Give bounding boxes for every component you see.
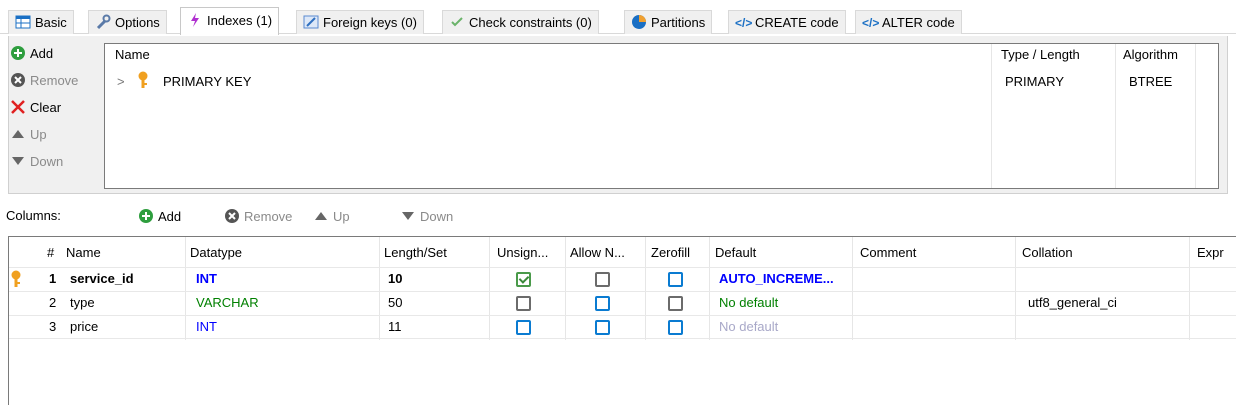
table-row[interactable]: 3 price INT 11 No default [9,315,1236,339]
index-name[interactable]: PRIMARY KEY [163,74,251,89]
unsigned-checkbox[interactable] [516,296,531,311]
primary-key-icon [9,270,23,291]
tab-label: Indexes (1) [207,13,273,28]
add-icon [138,208,154,224]
code-icon: </> [735,16,753,30]
column-name-cell[interactable]: service_id [70,271,134,286]
columns-grid[interactable]: # Name Datatype Length/Set Unsign... All… [8,236,1236,405]
default-cell[interactable]: No default [719,295,778,310]
tab-label: Options [115,15,160,30]
columns-label: Columns: [6,208,61,223]
arrow-down-icon [400,208,416,224]
table-icon [15,11,31,34]
column-up-button[interactable]: Up [313,208,350,224]
columns-toolbar: Columns: Add Remove Up Down [0,205,1236,229]
index-add-button[interactable]: Add [10,44,100,71]
column-header-unsigned[interactable]: Unsign... [497,245,548,260]
tab-alter-code[interactable]: </> ALTER code [855,10,962,34]
add-icon [10,45,26,61]
tab-foreign-keys[interactable]: Foreign keys (0) [296,10,424,34]
remove-icon [224,208,240,224]
column-header-name[interactable]: Name [115,47,150,62]
index-type[interactable]: PRIMARY [1005,74,1064,89]
column-header-datatype[interactable]: Datatype [190,245,242,260]
tab-label: ALTER code [882,15,955,30]
index-algorithm[interactable]: BTREE [1129,74,1172,89]
column-header-comment[interactable]: Comment [860,245,916,260]
length-cell[interactable]: 11 [388,319,402,334]
column-header-default[interactable]: Default [715,245,756,260]
datatype-cell[interactable]: INT [196,271,217,286]
index-up-button[interactable]: Up [10,125,100,152]
key-icon [135,71,151,92]
tab-check-constraints[interactable]: Check constraints (0) [442,10,599,34]
length-cell[interactable]: 10 [388,271,402,286]
foreign-key-icon [303,11,319,34]
clear-icon [10,99,26,115]
arrow-up-icon [10,126,26,142]
column-header-length[interactable]: Length/Set [384,245,447,260]
row-number: 3 [49,319,57,334]
code-icon: </> [862,16,880,30]
arrow-down-icon [10,153,26,169]
check-icon [449,11,465,34]
column-name-cell[interactable]: type [70,295,95,310]
row-number: 2 [49,295,57,310]
unsigned-checkbox[interactable] [516,320,531,335]
index-clear-button[interactable]: Clear [10,98,100,125]
column-header-zerofill[interactable]: Zerofill [651,245,690,260]
wrench-icon [95,11,111,34]
remove-icon [10,72,26,88]
zerofill-checkbox[interactable] [668,296,683,311]
column-header-num[interactable]: # [47,245,54,260]
index-remove-button[interactable]: Remove [10,71,100,98]
collation-cell[interactable]: utf8_general_ci [1028,295,1117,310]
column-header-name[interactable]: Name [66,245,101,260]
datatype-cell[interactable]: VARCHAR [196,295,259,310]
column-add-button[interactable]: Add [138,208,181,224]
length-cell[interactable]: 50 [388,295,402,310]
tab-label: Foreign keys (0) [323,15,417,30]
unsigned-checkbox[interactable] [516,272,531,287]
index-button-column: Add Remove Clear Up Down [10,44,100,179]
column-name-cell[interactable]: price [70,319,98,334]
tab-basic[interactable]: Basic [8,10,74,34]
grid-divider [1195,44,1196,188]
column-header-type[interactable]: Type / Length [1001,47,1080,62]
pie-icon [631,11,647,34]
column-down-button[interactable]: Down [400,208,453,224]
column-header-expr[interactable]: Expr [1197,245,1224,260]
tab-label: CREATE code [755,15,839,30]
allow-null-checkbox[interactable] [595,320,610,335]
zerofill-checkbox[interactable] [668,272,683,287]
zerofill-checkbox[interactable] [668,320,683,335]
tab-create-code[interactable]: </> CREATE code [728,10,846,34]
grid-divider [1115,44,1116,188]
default-cell[interactable]: AUTO_INCREME... [719,271,834,286]
grid-divider [991,44,992,188]
tab-label: Basic [35,15,67,30]
datatype-cell[interactable]: INT [196,319,217,334]
row-number: 1 [49,271,57,286]
tab-options[interactable]: Options [88,10,167,34]
index-down-button[interactable]: Down [10,152,100,179]
column-header-algorithm[interactable]: Algorithm [1123,47,1178,62]
column-header-collation[interactable]: Collation [1022,245,1073,260]
lightning-icon [187,8,203,34]
allow-null-checkbox[interactable] [595,272,610,287]
tab-bar: Basic Options Indexes (1) Foreign keys (… [0,0,1236,35]
tab-indexes[interactable]: Indexes (1) [180,7,280,35]
tab-partitions[interactable]: Partitions [624,10,713,34]
default-cell[interactable]: No default [719,319,778,334]
allow-null-checkbox[interactable] [595,296,610,311]
tab-label: Partitions [651,15,706,30]
table-row[interactable]: 2 type VARCHAR 50 No default utf8_genera… [9,291,1236,315]
indexes-grid[interactable]: Name Type / Length Algorithm > PRIMARY K… [104,43,1219,189]
tab-label: Check constraints (0) [469,15,592,30]
arrow-up-icon [313,208,329,224]
expand-chevron-icon[interactable]: > [117,74,125,89]
column-header-allow-null[interactable]: Allow N... [570,245,625,260]
table-row[interactable]: 1 service_id INT 10 AUTO_INCREME... [9,267,1236,291]
column-remove-button[interactable]: Remove [224,208,292,224]
